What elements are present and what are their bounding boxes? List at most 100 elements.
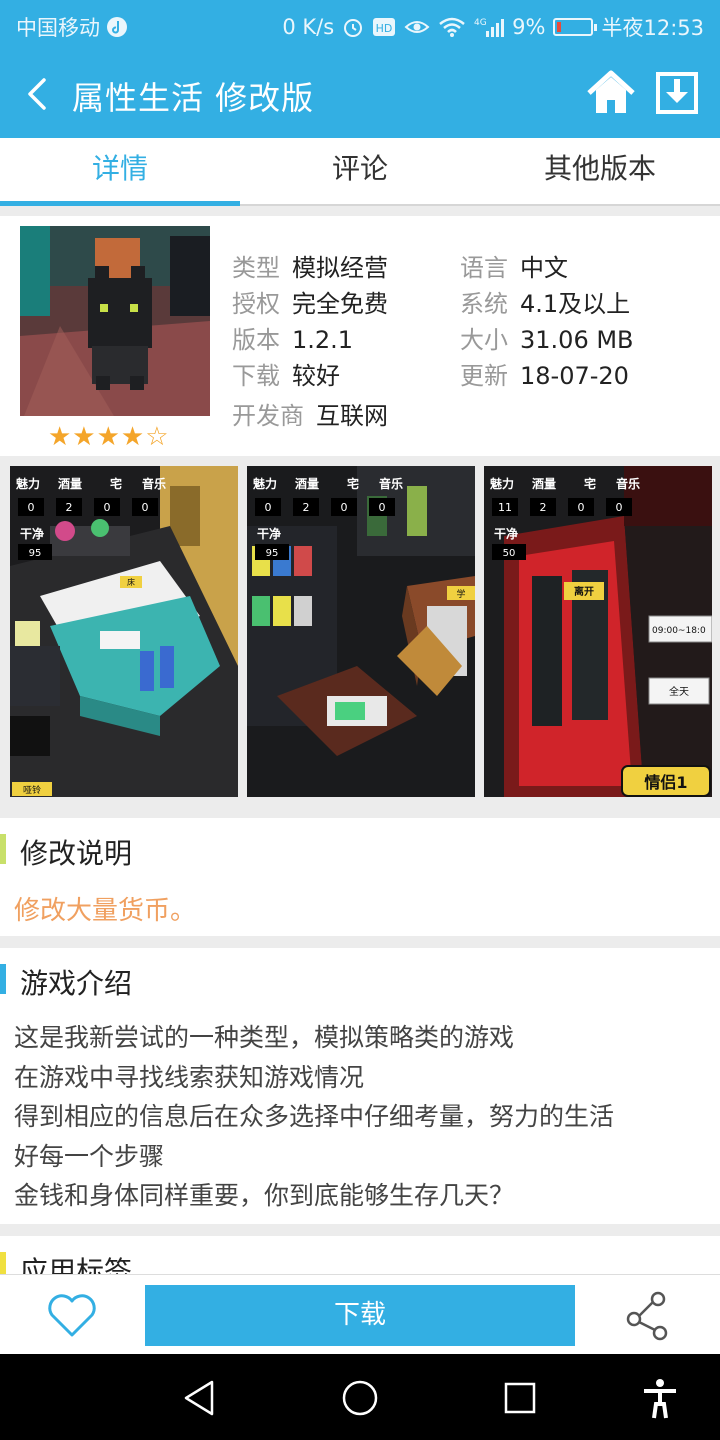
svg-text:0: 0 [341, 501, 348, 514]
svg-text:95: 95 [266, 548, 279, 559]
hud-label: 音乐 [142, 476, 166, 491]
info-size: 大小 31.06 MB [460, 326, 634, 354]
carrier-label: 中国移动 [16, 16, 100, 40]
svg-text:哑铃: 哑铃 [23, 784, 41, 796]
svg-text:0: 0 [142, 501, 149, 514]
alarm-icon [344, 19, 363, 37]
mod-description: 修改大量货币。 [14, 896, 197, 926]
app-thumbnail [20, 226, 210, 416]
download-icon[interactable] [654, 70, 700, 116]
hud-label: 宅 [110, 476, 122, 491]
intro-line: 得到相应的信息后在众多选择中仔细考量，努力的生活 [14, 1102, 615, 1131]
svg-text:离开: 离开 [574, 585, 594, 598]
svg-text:09:00~18:0: 09:00~18:0 [652, 626, 706, 636]
app-info-card: ★★★★☆ 类型 模拟经营 语言 中文 授权 完全免费 系统 4.1及以上 版本 1.2.… [0, 216, 720, 456]
hud-label: 魅力 [16, 476, 40, 491]
svg-text:全天: 全天 [669, 685, 689, 698]
info-type: 类型 模拟经营 [232, 254, 388, 282]
tab-bar: 详情 评论 其他版本 [0, 138, 720, 206]
page-title: 属性生活 修改版 [72, 79, 315, 117]
svg-text:2: 2 [66, 501, 73, 514]
svg-text:95: 95 [29, 548, 42, 559]
svg-text:酒量: 酒量 [532, 477, 556, 491]
rating-stars: ★★★★☆ [48, 422, 170, 452]
share-icon[interactable] [622, 1291, 674, 1341]
screenshot-2[interactable]: 学 魅力 酒量 宅 音乐 0 2 0 0 干净 95 [247, 466, 475, 797]
section-accent-bar [0, 964, 6, 994]
nav-back-icon[interactable] [178, 1376, 222, 1420]
tab-other-versions[interactable]: 其他版本 [480, 138, 720, 204]
svg-text:50: 50 [503, 548, 516, 559]
svg-text:宅: 宅 [347, 476, 359, 491]
info-developer: 开发商 互联网 [232, 402, 388, 430]
shot1-tag: 床 [127, 577, 135, 587]
svg-text:0: 0 [28, 501, 35, 514]
intro-line: 在游戏中寻找线索获知游戏情况 [14, 1062, 365, 1092]
svg-text:音乐: 音乐 [379, 476, 403, 491]
intro-line: 金钱和身体同样重要，你到底能够生存几天？ [14, 1181, 515, 1210]
screenshot-1[interactable]: 床 魅力 酒量 宅 音乐 0 2 0 0 干净 95 哑铃 [10, 466, 238, 797]
svg-text:魅力: 魅力 [490, 476, 514, 491]
accessibility-icon[interactable] [638, 1376, 682, 1420]
nav-recents-icon[interactable] [498, 1376, 542, 1420]
info-download: 下载 较好 [232, 362, 340, 390]
svg-text:0: 0 [616, 501, 623, 514]
tab-details[interactable]: 详情 [0, 138, 240, 206]
eye-icon [404, 21, 430, 33]
intro-line: 好每一个步骤 [14, 1141, 165, 1171]
battery-icon [553, 18, 598, 36]
back-icon[interactable] [14, 70, 58, 118]
hd-icon: HD [373, 18, 396, 36]
svg-text:宅: 宅 [584, 476, 596, 491]
tiktok-icon [107, 17, 127, 37]
info-system: 系统 4.1及以上 [460, 290, 631, 318]
clock: 半夜12:53 [601, 16, 704, 40]
heart-icon[interactable] [46, 1291, 98, 1339]
svg-text:干净: 干净 [257, 526, 281, 541]
net-speed: 0 K/s [282, 15, 335, 39]
svg-text:音乐: 音乐 [616, 476, 640, 491]
app-header: 属性生活 修改版 [0, 50, 720, 138]
wifi-icon [439, 17, 465, 37]
tags-section: 应用标签 [0, 1236, 720, 1276]
mod-title: 修改说明 [20, 837, 133, 870]
intro-line: 这是我新尝试的一种类型，模拟策略类的游戏 [14, 1023, 515, 1052]
svg-text:干净: 干净 [20, 526, 44, 541]
battery-percent: 9% [512, 15, 546, 39]
home-icon[interactable] [586, 68, 636, 118]
intro-section: 游戏介绍 这是我新尝试的一种类型，模拟策略类的游戏 在游戏中寻找线索获知游戏情况… [0, 948, 720, 1224]
screenshot-3[interactable]: 离开 09:00~18:0 全天 情侣1 魅力 酒量 宅 音乐 11 2 0 0… [484, 466, 712, 797]
action-bar: 下载 [0, 1274, 720, 1354]
svg-text:0: 0 [578, 501, 585, 514]
svg-text:2: 2 [303, 501, 310, 514]
info-updated: 更新 18-07-20 [460, 362, 629, 390]
intro-body: 这是我新尝试的一种类型，模拟策略类的游戏 在游戏中寻找线索获知游戏情况 得到相应… [14, 1018, 714, 1216]
mod-section: 修改说明 修改大量货币。 [0, 818, 720, 936]
svg-text:0: 0 [265, 501, 272, 514]
tags-title: 应用标签 [20, 1255, 133, 1276]
svg-text:4G: 4G [474, 18, 487, 28]
download-button[interactable]: 下载 [145, 1285, 575, 1346]
svg-text:情侣1: 情侣1 [644, 773, 687, 792]
svg-text:11: 11 [498, 501, 512, 514]
tab-comments[interactable]: 评论 [240, 138, 480, 204]
svg-text:0: 0 [379, 501, 386, 514]
info-version: 版本 1.2.1 [232, 326, 354, 354]
svg-text:魅力: 魅力 [253, 476, 277, 491]
section-accent-bar [0, 834, 6, 864]
screenshot-strip[interactable]: 床 魅力 酒量 宅 音乐 0 2 0 0 干净 95 哑铃 学 魅力 酒量 宅 … [0, 458, 720, 810]
svg-text:2: 2 [540, 501, 547, 514]
svg-text:干净: 干净 [494, 526, 518, 541]
info-license: 授权 完全免费 [232, 290, 388, 318]
status-bar: 中国移动 0 K/s HD 4G 9% 半夜12:53 [0, 0, 720, 50]
svg-text:0: 0 [104, 501, 111, 514]
nav-home-icon[interactable] [338, 1376, 382, 1420]
hud-label: 酒量 [58, 477, 82, 491]
section-accent-bar [0, 1252, 6, 1276]
info-language: 语言 中文 [460, 254, 568, 282]
system-nav-bar [0, 1354, 720, 1440]
signal-icon: 4G [474, 18, 505, 37]
svg-text:酒量: 酒量 [295, 477, 319, 491]
intro-title: 游戏介绍 [20, 967, 133, 1000]
svg-text:学: 学 [456, 588, 465, 600]
